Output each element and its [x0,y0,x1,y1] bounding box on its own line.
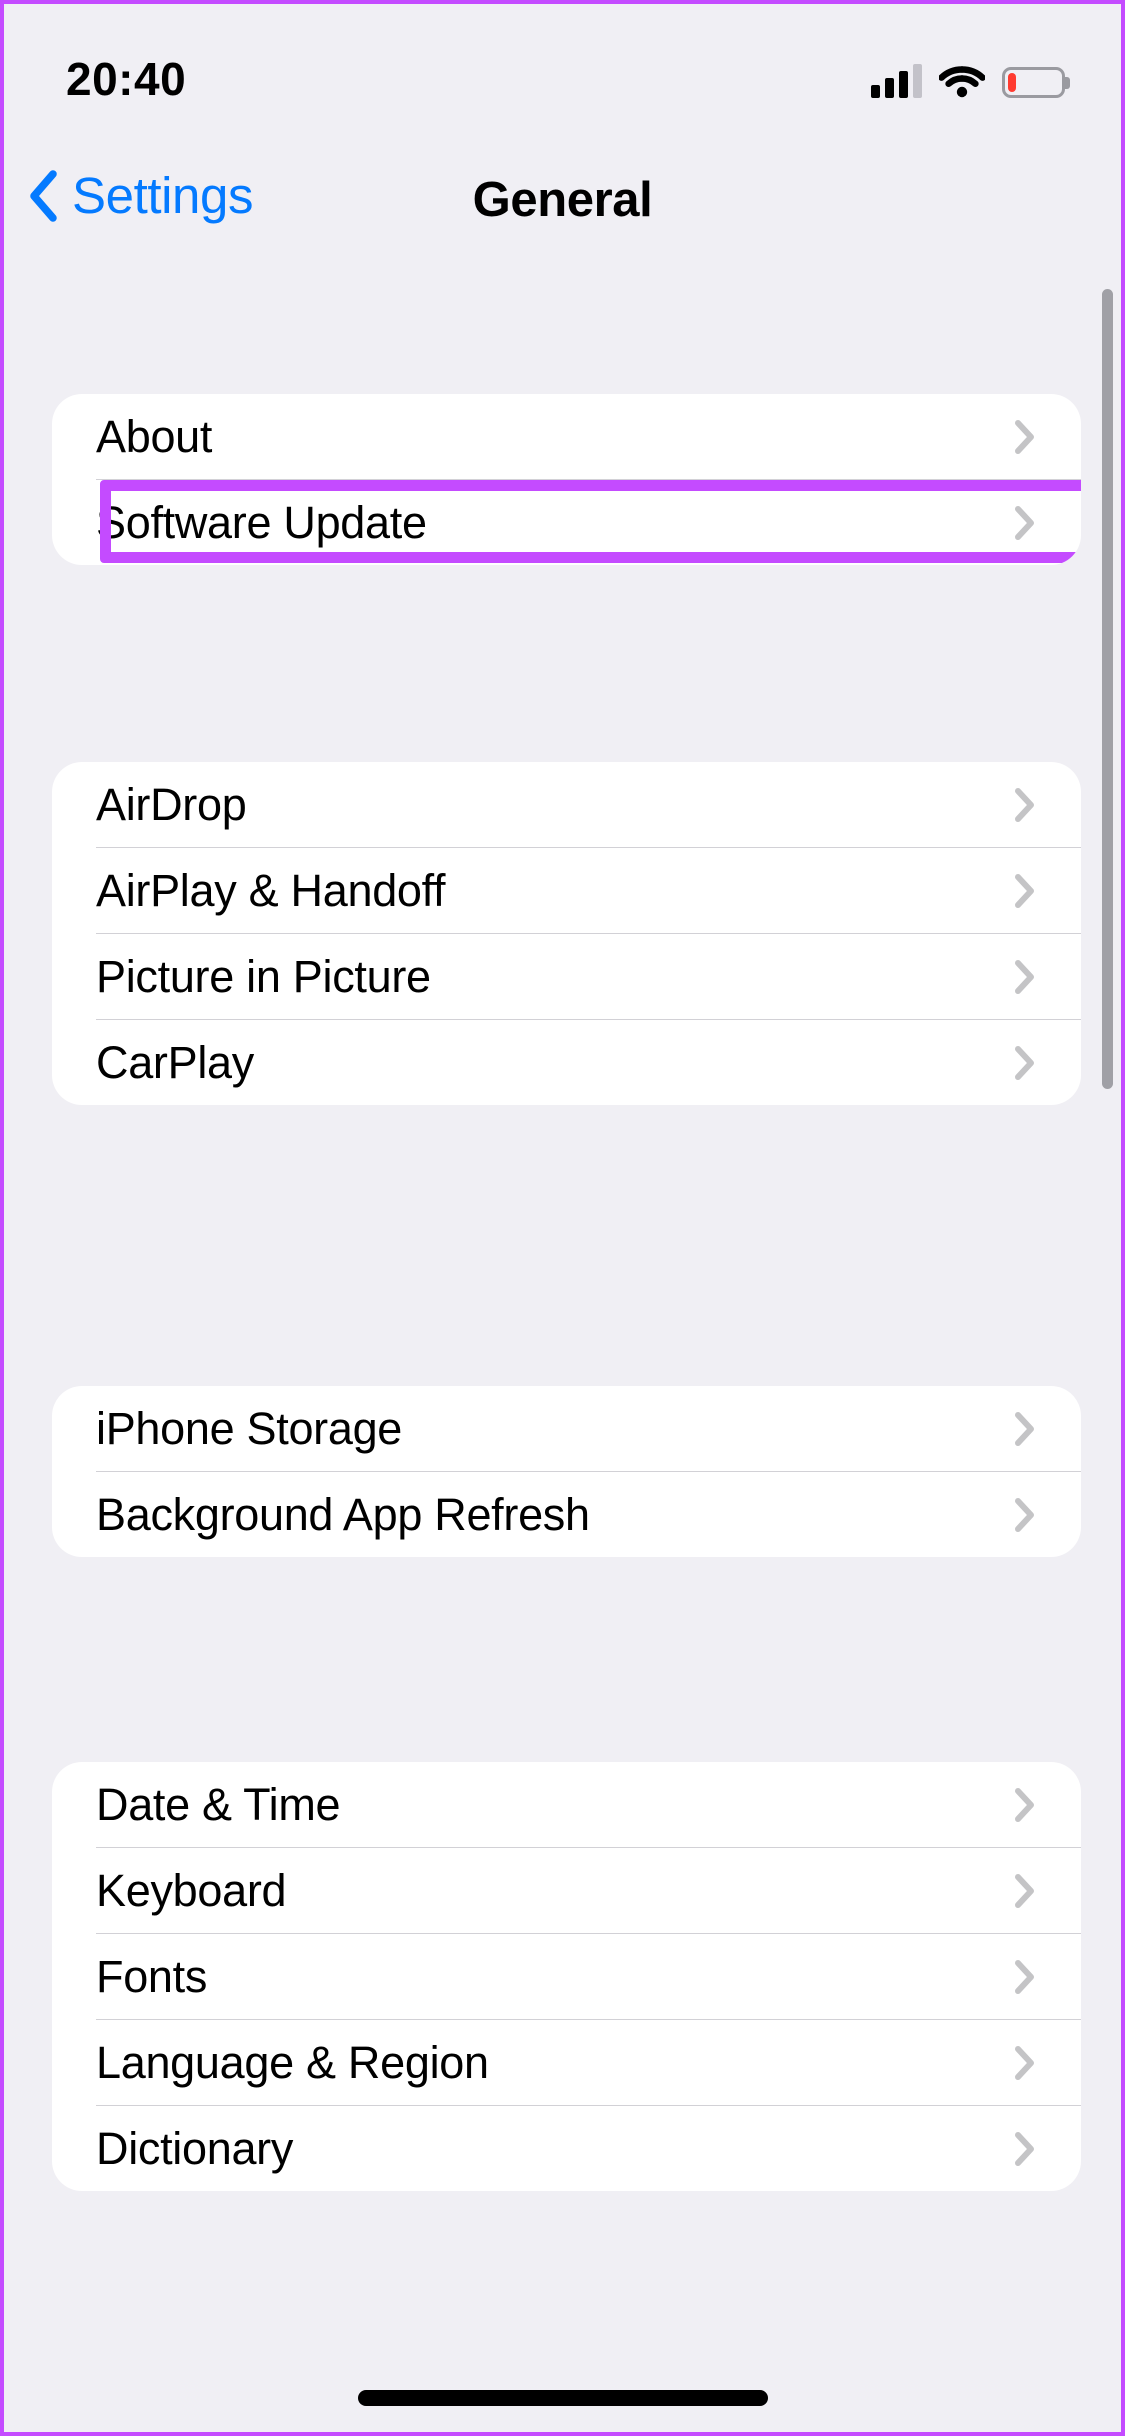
chevron-right-icon [1015,959,1034,994]
chevron-right-icon [1015,1497,1034,1532]
section-localization: Date & Time Keyboard Fonts Language & Regio… [52,1762,1081,2191]
settings-row-label: Keyboard [96,1864,287,1916]
chevron-right-icon [1015,1959,1034,1994]
chevron-right-icon [1015,787,1034,822]
settings-row-label: Language & Region [96,2036,489,2088]
chevron-right-icon [1015,1787,1034,1822]
wifi-icon [939,64,985,98]
chevron-right-icon [1015,505,1034,540]
scroll-indicator[interactable] [1102,289,1113,1089]
status-bar: 20:40 [4,4,1121,144]
settings-row-carplay[interactable]: CarPlay [52,1020,1081,1105]
settings-row-label: Date & Time [96,1778,341,1830]
settings-row-language-region[interactable]: Language & Region [52,2020,1081,2105]
battery-icon [1002,67,1065,98]
chevron-right-icon [1015,873,1034,908]
section-system: About Software Update [52,394,1081,565]
chevron-right-icon [1015,419,1034,454]
section-storage: iPhone Storage Background App Refresh [52,1386,1081,1557]
settings-row-background-app-refresh[interactable]: Background App Refresh [52,1472,1081,1557]
section-connectivity: AirDrop AirPlay & Handoff Picture in Pictu… [52,762,1081,1105]
settings-row-airdrop[interactable]: AirDrop [52,762,1081,847]
status-bar-time: 20:40 [66,53,187,105]
navigation-bar: Settings General [4,144,1121,264]
chevron-right-icon [1015,1411,1034,1446]
settings-row-label: iPhone Storage [96,1402,403,1454]
settings-row-label: Software Update [96,496,427,548]
settings-row-label: AirPlay & Handoff [96,864,446,916]
settings-row-label: Picture in Picture [96,950,431,1002]
settings-row-label: Fonts [96,1950,208,2002]
settings-list[interactable]: About Software Update AirDrop AirPlay & Han… [4,264,1121,2432]
settings-row-software-update[interactable]: Software Update [52,480,1081,565]
chevron-right-icon [1015,2045,1034,2080]
status-bar-indicators [871,56,1065,98]
chevron-right-icon [1015,2131,1034,2166]
chevron-right-icon [1015,1873,1034,1908]
settings-row-keyboard[interactable]: Keyboard [52,1848,1081,1933]
settings-row-label: Dictionary [96,2122,294,2174]
settings-row-picture-in-picture[interactable]: Picture in Picture [52,934,1081,1019]
settings-row-about[interactable]: About [52,394,1081,479]
settings-row-label: About [96,410,213,462]
settings-row-label: CarPlay [96,1036,254,1088]
battery-fill [1008,73,1016,92]
chevron-right-icon [1015,1045,1034,1080]
home-indicator [357,2390,768,2406]
settings-row-iphone-storage[interactable]: iPhone Storage [52,1386,1081,1471]
settings-row-label: Background App Refresh [96,1488,590,1540]
phone-screen: 20:40 Settings General About Software Up… [4,4,1121,2432]
settings-row-dictionary[interactable]: Dictionary [52,2106,1081,2191]
cellular-signal-icon [871,64,922,98]
settings-row-fonts[interactable]: Fonts [52,1934,1081,2019]
settings-row-date-time[interactable]: Date & Time [52,1762,1081,1847]
page-title: General [472,173,653,227]
settings-row-label: AirDrop [96,778,247,830]
settings-row-airplay-handoff[interactable]: AirPlay & Handoff [52,848,1081,933]
